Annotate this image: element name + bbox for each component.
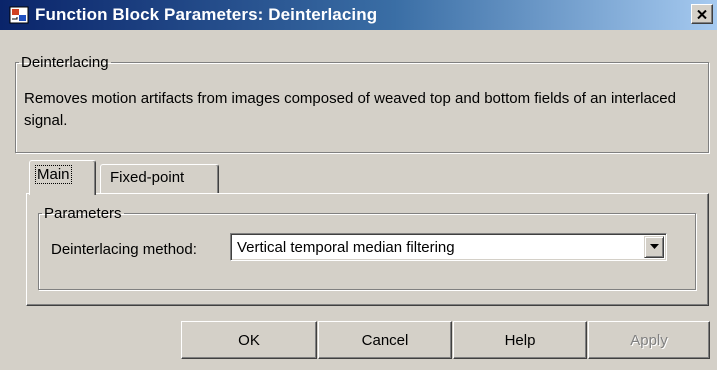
parameters-group-legend: Parameters [44, 205, 122, 222]
close-button[interactable] [691, 4, 713, 24]
ok-button[interactable]: OK [181, 321, 317, 359]
dropdown-button[interactable] [644, 236, 664, 258]
tab-fixed-point[interactable]: Fixed-point [100, 164, 219, 194]
apply-button[interactable]: Apply [588, 321, 710, 359]
close-icon [697, 9, 707, 19]
deinterlacing-method-label: Deinterlacing method: [51, 241, 197, 258]
tab-panel-main: Parameters Deinterlacing method: Vertica… [26, 193, 709, 306]
tab-fixed-point-label: Fixed-point [110, 169, 185, 186]
description-group-legend: Deinterlacing [21, 54, 109, 71]
help-button[interactable]: Help [453, 321, 587, 359]
tab-main[interactable]: Main [29, 160, 96, 195]
simulink-block-icon [9, 5, 29, 25]
tab-main-label: Main [35, 165, 72, 184]
block-description: Removes motion artifacts from images com… [24, 90, 676, 129]
window-title: Function Block Parameters: Deinterlacing [35, 5, 378, 24]
chevron-down-icon [649, 244, 659, 249]
title-bar[interactable]: Function Block Parameters: Deinterlacing [0, 0, 717, 30]
cancel-button[interactable]: Cancel [318, 321, 452, 359]
deinterlacing-method-value: Vertical temporal median filtering [237, 239, 455, 256]
deinterlacing-method-select[interactable]: Vertical temporal median filtering [230, 233, 667, 261]
